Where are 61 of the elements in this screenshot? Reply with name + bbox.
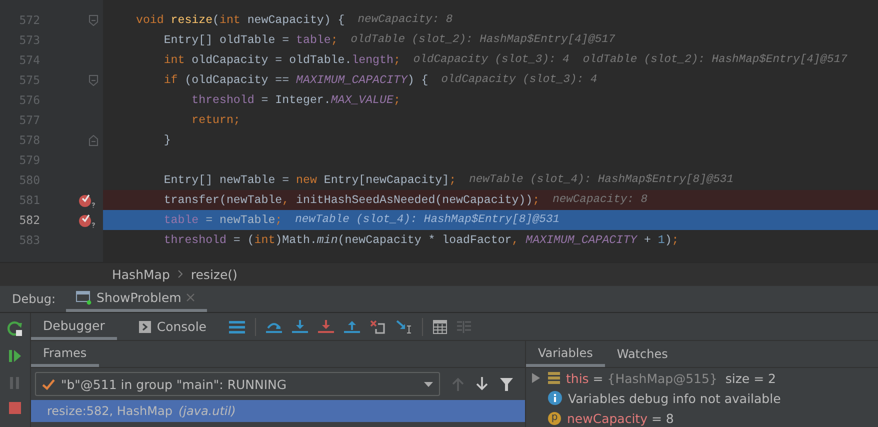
info-message: Variables debug info not available (568, 390, 781, 406)
inline-value-hint: newCapacity: 8 (552, 194, 648, 206)
breakpoint-icon[interactable] (78, 212, 96, 228)
info-icon (548, 391, 562, 405)
filter-icon[interactable] (500, 378, 513, 390)
debugger-tab[interactable]: Debugger (31, 313, 117, 340)
window-icon (76, 290, 92, 304)
debugger-tab[interactable]: Console (126, 313, 218, 340)
columns-icon[interactable] (456, 320, 470, 332)
thread-dropdown[interactable]: "b"@511 in group "main": RUNNING (35, 372, 440, 396)
code-line: transfer(newTable, initHashSeedAsNeeded(newCapacity)); (162, 194, 540, 206)
expand-arrow-icon[interactable] (530, 372, 542, 384)
inline-value-hint: newTable (slot_4): HashMap$Entry[8]@531 (295, 214, 560, 226)
step-out-icon[interactable] (344, 320, 360, 334)
run-to-cursor-icon[interactable] (396, 320, 412, 334)
code-line: return; (190, 114, 240, 126)
breadcrumb-item[interactable]: HashMap (112, 266, 170, 282)
breakpoint-icon[interactable] (78, 192, 96, 208)
fold-marker-icon[interactable] (88, 14, 98, 26)
check-icon (42, 378, 55, 390)
debug-label: Debug: (11, 292, 57, 306)
field-list-icon (548, 372, 560, 384)
code-line: Entry[] oldTable = table; (162, 34, 338, 46)
inline-value-hint: oldCapacity (slot_3): 4 oldTable (slot_2): HashMap$Entry[4]@517 (413, 54, 848, 66)
force-step-into-icon[interactable] (318, 320, 334, 334)
breadcrumb-item[interactable]: resize() (190, 266, 238, 282)
parameter-icon: p (548, 412, 561, 424)
rerun-icon[interactable] (7, 320, 23, 336)
line-number: 582 (18, 213, 40, 227)
variables-tab[interactable]: Variables (526, 341, 605, 367)
fold-marker-icon[interactable] (88, 74, 98, 86)
pause-icon[interactable] (9, 376, 21, 390)
down-arrow-icon[interactable] (476, 377, 488, 391)
console-icon (138, 320, 151, 332)
variables-tab[interactable]: Watches (604, 341, 680, 367)
code-line: void resize(int newCapacity) { (136, 14, 345, 26)
variable-entry[interactable]: newCapacity = 8 (567, 410, 674, 426)
variable-entry[interactable]: this = {HashMap@515} size = 2 (566, 370, 776, 386)
inline-value-hint: newCapacity: 8 (358, 14, 453, 26)
caret-icon (424, 382, 433, 386)
frames-tab[interactable]: Frames (31, 341, 99, 367)
drop-frame-icon[interactable] (370, 320, 386, 334)
calculator-icon[interactable] (432, 320, 446, 334)
code-line: if (oldCapacity == MAXIMUM_CAPACITY) { (162, 74, 428, 86)
fold-marker-icon[interactable] (88, 134, 98, 146)
chevron-icon (178, 270, 183, 278)
debug-session-tab[interactable]: ShowProblem (66, 286, 208, 312)
inline-value-hint: oldTable (slot_2): HashMap$Entry[4]@517 (350, 34, 616, 46)
code-line: table = newTable; (162, 214, 282, 226)
inline-value-hint: newTable (slot_4): HashMap$Entry[8]@531 (469, 174, 734, 186)
code-line: threshold = (int)Math.min(newCapacity * loadFactor, MAXIMUM_CAPACITY + 1); (162, 234, 679, 246)
resume-icon[interactable] (8, 348, 22, 364)
inline-value-hint: oldCapacity (slot_3): 4 (441, 74, 598, 86)
code-line: threshold = Integer.MAX_VALUE; (190, 94, 400, 106)
up-arrow-icon[interactable] (452, 377, 464, 391)
code-line: int oldCapacity = oldTable.length; (162, 54, 400, 66)
code-line: Entry[] newTable = new Entry[newCapacity]; (162, 174, 456, 186)
step-into-icon[interactable] (292, 320, 308, 334)
close-icon[interactable] (186, 293, 196, 302)
layout-icon[interactable] (228, 320, 244, 334)
code-line: } (162, 134, 171, 146)
